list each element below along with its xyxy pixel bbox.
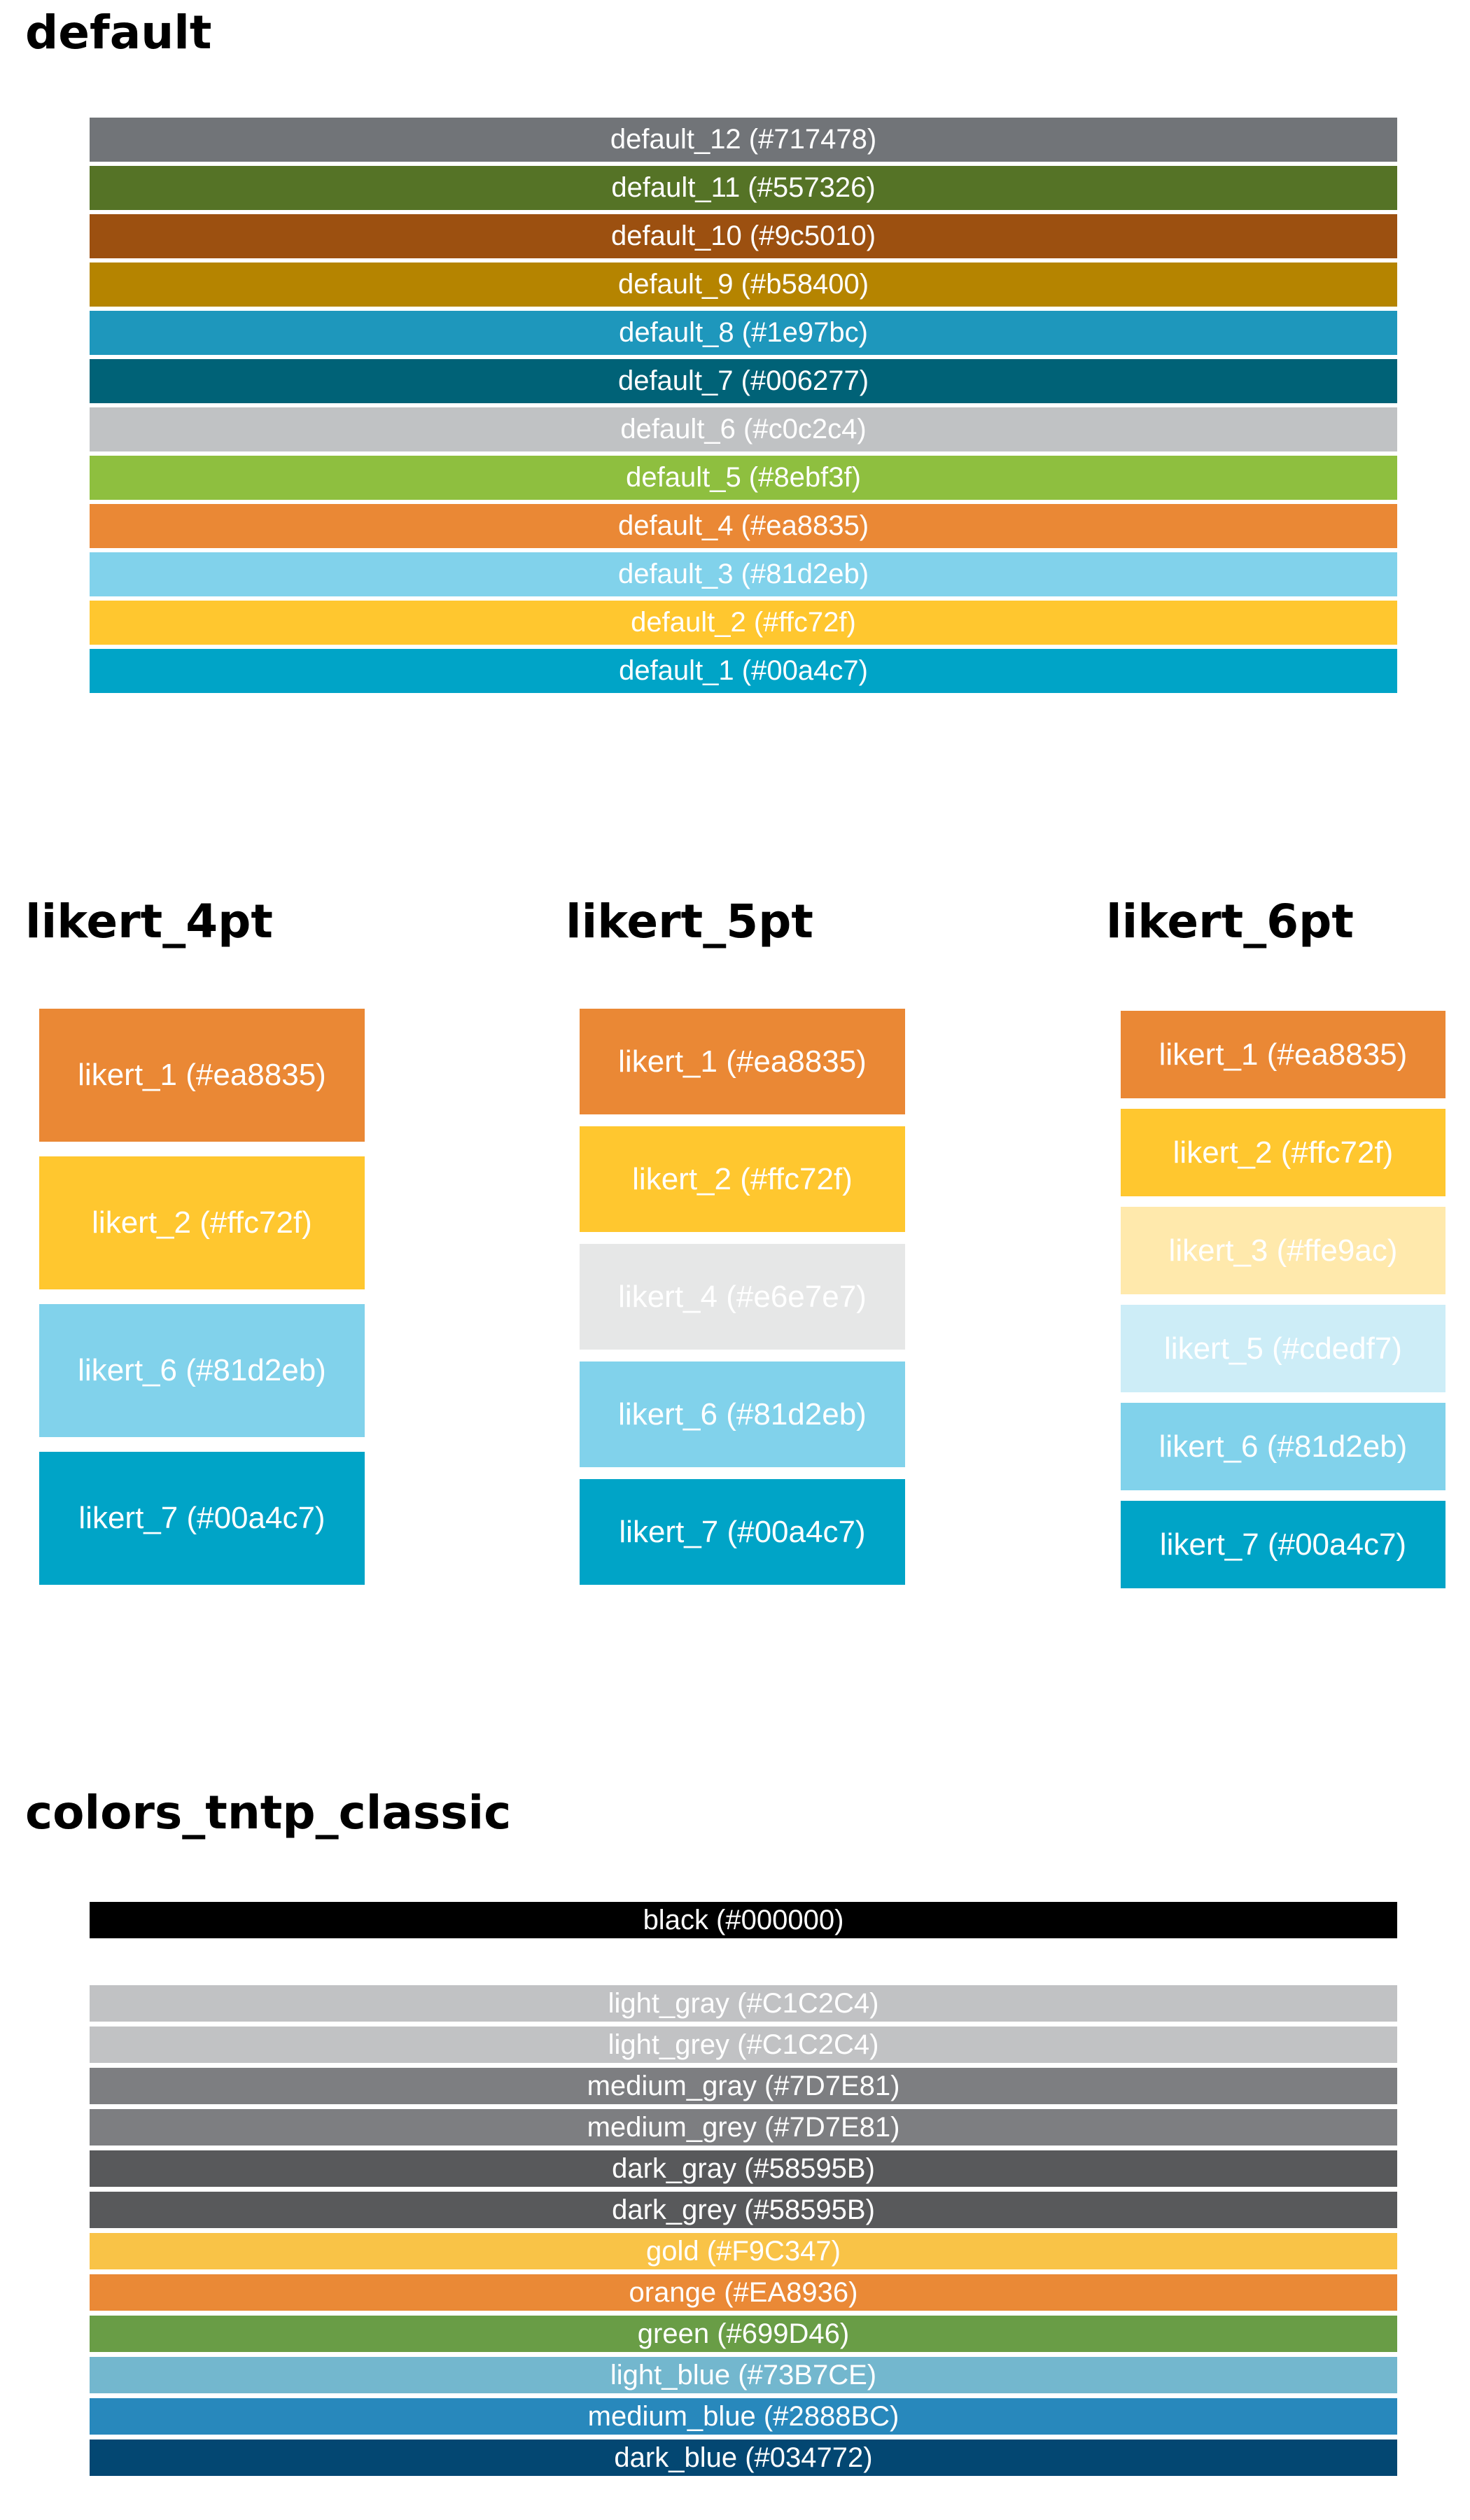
color-swatch: likert_1 (#ea8835)	[580, 1009, 905, 1114]
color-swatch: likert_1 (#ea8835)	[1121, 1011, 1446, 1098]
colors-tntp-classic-palette: light_gray (#C1C2C4) light_grey (#C1C2C4)…	[90, 1985, 1397, 2476]
color-swatch: default_1 (#00a4c7)	[90, 649, 1397, 693]
likert-4pt-palette: likert_1 (#ea8835) likert_2 (#ffc72f) like…	[39, 1009, 365, 1585]
color-swatch: default_2 (#ffc72f)	[90, 601, 1397, 645]
color-swatch: likert_7 (#00a4c7)	[1121, 1501, 1446, 1588]
color-swatch: light_blue (#73B7CE)	[90, 2357, 1397, 2393]
section-title-likert-4pt: likert_4pt	[25, 895, 273, 948]
color-swatch: medium_blue (#2888BC)	[90, 2398, 1397, 2435]
section-title-likert-6pt: likert_6pt	[1106, 895, 1354, 948]
color-swatch: gold (#F9C347)	[90, 2233, 1397, 2269]
color-swatch: likert_2 (#ffc72f)	[39, 1156, 365, 1289]
color-swatch: dark_blue (#034772)	[90, 2440, 1397, 2476]
section-title-colors-tntp-classic: colors_tntp_classic	[25, 1786, 512, 1840]
likert-6pt-palette: likert_1 (#ea8835) likert_2 (#ffc72f) like…	[1121, 1011, 1446, 1588]
color-swatch: dark_gray (#58595B)	[90, 2150, 1397, 2187]
color-swatch: default_5 (#8ebf3f)	[90, 456, 1397, 500]
color-swatch: likert_3 (#ffe9ac)	[1121, 1207, 1446, 1294]
color-swatch: default_12 (#717478)	[90, 118, 1397, 162]
color-swatch: default_4 (#ea8835)	[90, 504, 1397, 548]
color-swatch: likert_5 (#cdedf7)	[1121, 1305, 1446, 1392]
color-swatch: orange (#EA8936)	[90, 2274, 1397, 2311]
color-swatch: likert_2 (#ffc72f)	[580, 1126, 905, 1232]
color-swatch: black (#000000)	[90, 1902, 1397, 1938]
color-swatch: default_3 (#81d2eb)	[90, 552, 1397, 596]
color-swatch: likert_7 (#00a4c7)	[580, 1479, 905, 1585]
likert-5pt-palette: likert_1 (#ea8835) likert_2 (#ffc72f) like…	[580, 1009, 905, 1585]
color-swatch: light_gray (#C1C2C4)	[90, 1985, 1397, 2022]
color-swatch: default_11 (#557326)	[90, 166, 1397, 210]
color-swatch: likert_1 (#ea8835)	[39, 1009, 365, 1142]
color-swatch: default_10 (#9c5010)	[90, 214, 1397, 258]
color-swatch: medium_grey (#7D7E81)	[90, 2109, 1397, 2146]
section-title-likert-5pt: likert_5pt	[566, 895, 813, 948]
color-swatch: default_6 (#c0c2c4)	[90, 407, 1397, 451]
color-swatch: dark_grey (#58595B)	[90, 2192, 1397, 2228]
color-swatch: likert_6 (#81d2eb)	[1121, 1403, 1446, 1490]
section-title-default: default	[25, 6, 212, 59]
color-swatch: likert_2 (#ffc72f)	[1121, 1109, 1446, 1196]
color-swatch: likert_6 (#81d2eb)	[580, 1362, 905, 1467]
color-swatch: green (#699D46)	[90, 2316, 1397, 2352]
color-swatch: default_8 (#1e97bc)	[90, 311, 1397, 355]
color-swatch: default_7 (#006277)	[90, 359, 1397, 403]
color-swatch: light_grey (#C1C2C4)	[90, 2026, 1397, 2063]
color-swatch: likert_6 (#81d2eb)	[39, 1304, 365, 1437]
color-swatch: default_9 (#b58400)	[90, 262, 1397, 307]
color-swatch: likert_4 (#e6e7e7)	[580, 1244, 905, 1350]
color-swatch: medium_gray (#7D7E81)	[90, 2068, 1397, 2104]
default-palette: default_12 (#717478) default_11 (#557326)…	[90, 118, 1397, 693]
color-swatch: likert_7 (#00a4c7)	[39, 1452, 365, 1585]
colors-tntp-classic-black-palette: black (#000000)	[90, 1902, 1397, 1938]
